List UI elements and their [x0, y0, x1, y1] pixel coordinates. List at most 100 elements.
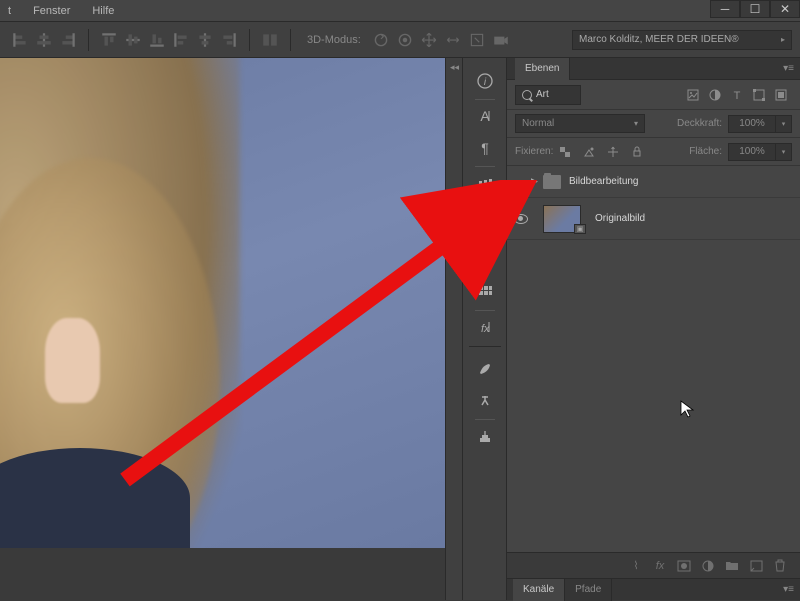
filter-type-dropdown[interactable]: Art [515, 85, 581, 105]
blend-mode-value: Normal [522, 118, 554, 129]
history-icon[interactable] [469, 210, 501, 240]
visibility-toggle[interactable] [511, 214, 531, 224]
opacity-label: Deckkraft: [677, 118, 722, 129]
info-icon[interactable]: i [469, 66, 501, 96]
canvas-area [0, 58, 445, 600]
layer-thumbnail[interactable]: ▣ [543, 205, 581, 233]
new-layer-icon[interactable] [745, 557, 767, 575]
brush-presets-icon[interactable] [469, 168, 501, 198]
svg-text:¶: ¶ [481, 140, 489, 156]
layer-fx-icon[interactable]: fx [649, 557, 671, 575]
opacity-dropdown-arrow[interactable]: ▾ [776, 115, 792, 133]
filter-shape-icon[interactable] [750, 86, 768, 104]
filter-smart-icon[interactable] [772, 86, 790, 104]
swatches-icon[interactable] [469, 277, 501, 307]
opacity-value[interactable]: 100% [728, 115, 776, 133]
lock-image-icon[interactable] [581, 144, 597, 160]
workspace-name: Marco Kolditz, MEER DER IDEEN® [579, 34, 739, 45]
chevron-updown-icon: ▸ [781, 35, 785, 44]
right-panel: Ebenen ▾≡ Art T Normal ▾ Deckkraft: 100%… [507, 58, 800, 600]
search-icon [522, 90, 532, 100]
fill-value[interactable]: 100% [728, 143, 776, 161]
lock-position-icon[interactable] [605, 144, 621, 160]
lock-all-icon[interactable] [629, 144, 645, 160]
folder-icon [543, 175, 561, 189]
collapse-icon: ◂◂ [450, 62, 459, 73]
fill-label: Fläche: [689, 146, 722, 157]
expand-arrow-icon[interactable]: ▶ [531, 176, 543, 187]
distribute-h-centers-icon[interactable] [196, 31, 214, 49]
3d-roll-icon[interactable] [396, 31, 414, 49]
3d-pan-icon[interactable] [420, 31, 438, 49]
document-canvas[interactable] [0, 58, 445, 548]
layers-panel-header: Ebenen ▾≡ [507, 58, 800, 80]
panel-menu-icon[interactable]: ▾≡ [783, 584, 794, 595]
layer-filter-row: Art T [507, 80, 800, 110]
lock-row: Fixieren: Fläche: 100% ▾ [507, 138, 800, 166]
filter-type-text-icon[interactable]: T [728, 86, 746, 104]
paths-tab[interactable]: Pfade [565, 579, 612, 601]
window-controls: ─ ☐ ✕ [710, 0, 800, 18]
menu-item-fenster[interactable]: Fenster [33, 5, 70, 17]
workspace-selector[interactable]: Marco Kolditz, MEER DER IDEEN® ▸ [572, 30, 792, 50]
filter-pixel-icon[interactable] [684, 86, 702, 104]
menu-item-hilfe[interactable]: Hilfe [92, 5, 114, 17]
distribute-top-icon[interactable] [100, 31, 118, 49]
delete-layer-icon[interactable] [769, 557, 791, 575]
fill-dropdown-arrow[interactable]: ▾ [776, 143, 792, 161]
3d-camera-icon[interactable] [492, 31, 510, 49]
panel-collapse-strip[interactable]: ◂◂ [445, 58, 463, 600]
menubar: t Fenster Hilfe [0, 0, 800, 22]
3d-mode-label: 3D-Modus: [307, 34, 361, 46]
layer-group-row[interactable]: ▶ Bildbearbeitung [507, 166, 800, 198]
styles-icon[interactable]: fx [469, 312, 501, 342]
paragraph-icon[interactable]: ¶ [469, 133, 501, 163]
new-group-icon[interactable] [721, 557, 743, 575]
3d-slide-icon[interactable] [444, 31, 462, 49]
svg-text:T: T [734, 90, 741, 102]
close-button[interactable]: ✕ [770, 0, 800, 18]
align-right-edges-icon[interactable] [59, 31, 77, 49]
color-icon[interactable] [469, 245, 501, 275]
layer-name[interactable]: Originalbild [595, 213, 645, 224]
clone-source-icon[interactable] [469, 386, 501, 416]
bottom-tabs: Kanäle Pfade ▾≡ [507, 578, 800, 600]
filter-type-label: Art [536, 89, 549, 100]
auto-align-icon[interactable] [261, 31, 279, 49]
lock-transparent-icon[interactable] [557, 144, 573, 160]
channels-tab[interactable]: Kanäle [513, 579, 565, 601]
distribute-v-centers-icon[interactable] [124, 31, 142, 49]
distribute-left-icon[interactable] [172, 31, 190, 49]
lock-label: Fixieren: [515, 146, 553, 157]
blend-mode-row: Normal ▾ Deckkraft: 100% ▾ [507, 110, 800, 138]
options-bar: 3D-Modus: Marco Kolditz, MEER DER IDEEN®… [0, 22, 800, 58]
character-icon[interactable]: A [469, 101, 501, 131]
blend-mode-dropdown[interactable]: Normal ▾ [515, 114, 645, 133]
align-centers-icon[interactable] [35, 31, 53, 49]
layer-name[interactable]: Bildbearbeitung [569, 176, 639, 187]
smart-object-badge-icon: ▣ [574, 224, 586, 234]
layer-row[interactable]: ▣ Originalbild [507, 198, 800, 240]
actions-icon[interactable] [469, 421, 501, 451]
distribute-right-icon[interactable] [220, 31, 238, 49]
layers-bottom-bar: ⌇ fx [507, 552, 800, 578]
main-area: ◂◂ i A ¶ fx Ebenen ▾≡ Art [0, 58, 800, 600]
distribute-bottom-icon[interactable] [148, 31, 166, 49]
eye-icon [514, 214, 528, 224]
minimize-button[interactable]: ─ [710, 0, 740, 18]
panel-icon-strip: i A ¶ fx [463, 58, 507, 600]
align-left-edges-icon[interactable] [11, 31, 29, 49]
chevron-down-icon: ▾ [634, 119, 638, 128]
panel-menu-icon[interactable]: ▾≡ [783, 63, 794, 74]
3d-scale-icon[interactable] [468, 31, 486, 49]
layers-list: ▶ Bildbearbeitung ▣ Originalbild [507, 166, 800, 552]
brush-icon[interactable] [469, 354, 501, 384]
adjustment-layer-icon[interactable] [697, 557, 719, 575]
layers-tab[interactable]: Ebenen [515, 58, 570, 80]
link-layers-icon[interactable]: ⌇ [625, 557, 647, 575]
menu-item-partial[interactable]: t [8, 5, 11, 17]
layer-mask-icon[interactable] [673, 557, 695, 575]
filter-adjustment-icon[interactable] [706, 86, 724, 104]
3d-rotate-icon[interactable] [372, 31, 390, 49]
maximize-button[interactable]: ☐ [740, 0, 770, 18]
